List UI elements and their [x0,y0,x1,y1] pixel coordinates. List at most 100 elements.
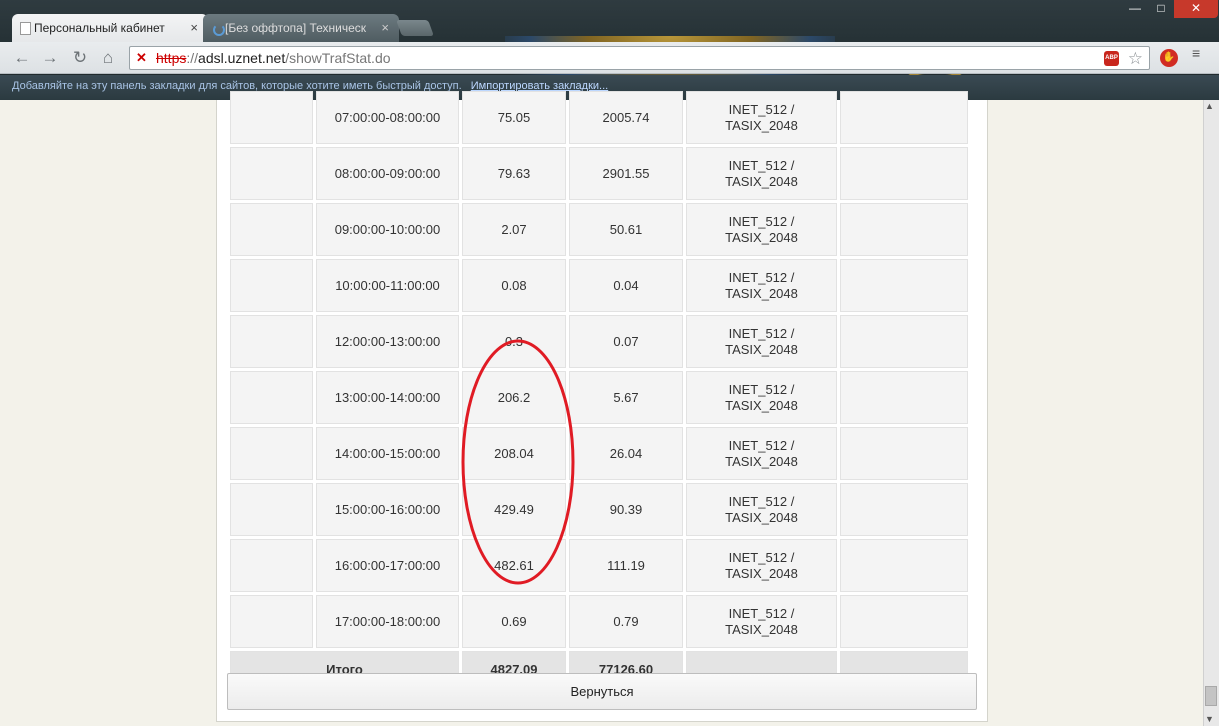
time-cell: 16:00:00-17:00:00 [316,539,459,592]
tariff-line: TASIX_2048 [725,117,798,133]
stop-extension-icon[interactable]: ✋ [1160,49,1178,67]
tariff-cell: INET_512 /TASIX_2048 [686,315,837,368]
tariff-line: TASIX_2048 [725,229,798,245]
tariff-cell: INET_512 /TASIX_2048 [686,203,837,256]
scroll-up-icon[interactable]: ▲ [1205,101,1214,111]
incoming-cell: 0.08 [462,259,566,312]
tab-label: Персональный кабинет [34,21,165,35]
tariff-line: INET_512 / [728,213,795,229]
empty-cell [840,315,968,368]
tariff-cell: INET_512 /TASIX_2048 [686,259,837,312]
window-close-button[interactable]: ✕ [1174,0,1218,18]
vertical-scrollbar[interactable] [1203,100,1219,726]
empty-cell [230,483,313,536]
outgoing-cell: 90.39 [569,483,683,536]
address-bar[interactable]: ✕ https://adsl.uznet.net/showTrafStat.do… [129,46,1150,70]
empty-cell [840,427,968,480]
time-cell: 15:00:00-16:00:00 [316,483,459,536]
incoming-cell: 79.63 [462,147,566,200]
incoming-cell: 429.49 [462,483,566,536]
incoming-cell: 0.69 [462,595,566,648]
empty-cell [230,595,313,648]
back-arrow-icon[interactable]: ← [12,49,32,67]
home-icon[interactable]: ⌂ [98,49,118,67]
outgoing-cell: 0.79 [569,595,683,648]
outgoing-cell: 26.04 [569,427,683,480]
bookmark-star-icon[interactable]: ☆ [1128,48,1143,70]
empty-cell [840,483,968,536]
minimize-button[interactable]: — [1122,0,1148,18]
url-path: /showTrafStat.do [285,50,391,66]
tariff-line: INET_512 / [728,325,795,341]
reload-icon[interactable]: ↻ [70,49,90,67]
table-row: 16:00:00-17:00:00 482.61 111.19 INET_512 /T… [230,539,968,592]
empty-cell [840,91,968,144]
tariff-line: INET_512 / [728,101,795,117]
tariff-line: INET_512 / [728,381,795,397]
incoming-cell: 0.3 [462,315,566,368]
scroll-down-icon[interactable]: ▼ [1205,714,1214,724]
url-separator: :// [186,50,199,66]
tariff-cell: INET_512 /TASIX_2048 [686,91,837,144]
outgoing-cell: 111.19 [569,539,683,592]
tariff-cell: INET_512 /TASIX_2048 [686,595,837,648]
tab-personal-cabinet[interactable]: Персональный кабинет × [12,14,208,42]
empty-cell [230,427,313,480]
time-cell: 08:00:00-09:00:00 [316,147,459,200]
incoming-cell: 2.07 [462,203,566,256]
time-cell: 09:00:00-10:00:00 [316,203,459,256]
empty-cell [230,371,313,424]
maximize-button[interactable]: □ [1148,0,1174,18]
tariff-line: TASIX_2048 [725,453,798,469]
new-tab-button[interactable] [396,20,434,36]
time-cell: 12:00:00-13:00:00 [316,315,459,368]
forward-arrow-icon[interactable]: → [40,49,60,67]
incoming-cell: 208.04 [462,427,566,480]
url-host: adsl.uznet.net [198,50,286,66]
table-row: 17:00:00-18:00:00 0.69 0.79 INET_512 /TASIX… [230,595,968,648]
insecure-lock-icon: ✕ [136,50,147,65]
empty-cell [230,315,313,368]
time-cell: 10:00:00-11:00:00 [316,259,459,312]
url-scheme: https [156,50,187,66]
scrollbar-thumb[interactable] [1205,686,1217,706]
outgoing-cell: 5.67 [569,371,683,424]
tariff-line: TASIX_2048 [725,565,798,581]
outgoing-cell: 0.07 [569,315,683,368]
tariff-cell: INET_512 /TASIX_2048 [686,371,837,424]
time-cell: 14:00:00-15:00:00 [316,427,459,480]
empty-cell [230,91,313,144]
tariff-line: TASIX_2048 [725,397,798,413]
menu-icon[interactable]: ≡ [1192,46,1206,60]
empty-cell [230,147,313,200]
browser-toolbar: ← → ↻ ⌂ ✕ https://adsl.uznet.net/showTra… [0,42,1219,74]
table-row: 08:00:00-09:00:00 79.63 2901.55 INET_512 /T… [230,147,968,200]
tariff-line: TASIX_2048 [725,341,798,357]
tariff-line: INET_512 / [728,157,795,173]
tariff-cell: INET_512 /TASIX_2048 [686,539,837,592]
back-button[interactable]: Вернуться [227,673,977,710]
empty-cell [840,595,968,648]
empty-cell [230,539,313,592]
time-cell: 17:00:00-18:00:00 [316,595,459,648]
tariff-line: TASIX_2048 [725,621,798,637]
tariff-line: INET_512 / [728,437,795,453]
tariff-line: TASIX_2048 [725,509,798,525]
outgoing-cell: 2901.55 [569,147,683,200]
tariff-cell: INET_512 /TASIX_2048 [686,147,837,200]
outgoing-cell: 2005.74 [569,91,683,144]
time-cell: 13:00:00-14:00:00 [316,371,459,424]
tab-close-icon[interactable]: × [190,20,198,35]
outgoing-cell: 50.61 [569,203,683,256]
tab-close-icon[interactable]: × [381,20,389,35]
empty-cell [840,371,968,424]
empty-cell [230,203,313,256]
table-row: 09:00:00-10:00:00 2.07 50.61 INET_512 /TASI… [230,203,968,256]
tariff-cell: INET_512 /TASIX_2048 [686,427,837,480]
incoming-cell: 206.2 [462,371,566,424]
tariff-line: INET_512 / [728,605,795,621]
tab-offtopic[interactable]: [Без оффтопа] Техническ × [203,14,399,42]
adblock-icon[interactable]: ABP [1104,51,1119,66]
empty-cell [840,539,968,592]
incoming-cell: 75.05 [462,91,566,144]
